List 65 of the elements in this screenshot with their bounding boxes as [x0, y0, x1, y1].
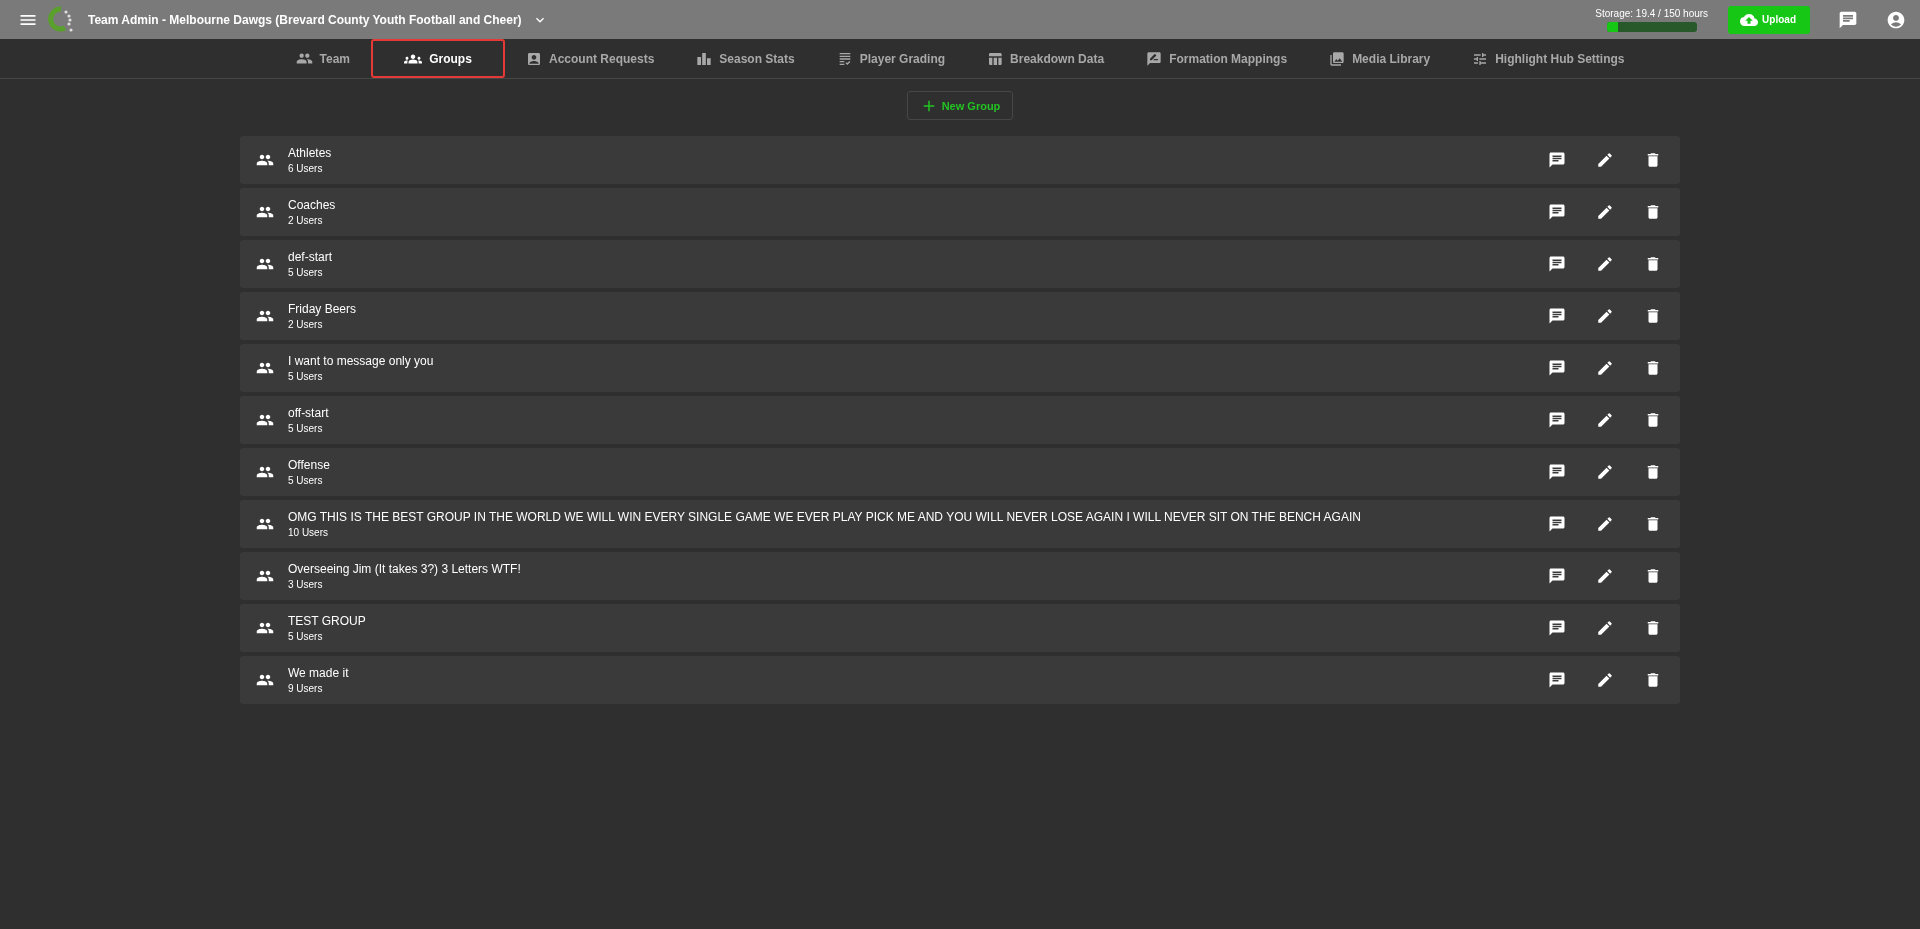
nav-tab[interactable]: Formation Mappings: [1125, 39, 1309, 78]
account-icon[interactable]: [1886, 9, 1906, 30]
nav-tab[interactable]: Media Library: [1308, 39, 1452, 78]
edit-icon[interactable]: [1596, 255, 1614, 273]
group-name: Coaches: [288, 198, 337, 212]
logo-icon: [48, 5, 74, 34]
group-name: TEST GROUP: [288, 614, 367, 628]
group-name: def-start: [288, 250, 333, 264]
nav-tab[interactable]: Groups: [371, 39, 505, 78]
message-icon[interactable]: [1548, 255, 1566, 273]
edit-icon[interactable]: [1596, 671, 1614, 689]
message-icon[interactable]: [1548, 359, 1566, 377]
edit-icon[interactable]: [1596, 203, 1614, 221]
group-name: Athletes: [288, 146, 333, 160]
message-icon[interactable]: [1548, 515, 1566, 533]
bar-chart-icon: [696, 50, 713, 67]
user-count: 5 Users: [288, 631, 324, 642]
message-icon[interactable]: [1548, 619, 1566, 637]
nav-tab[interactable]: Player Grading: [815, 39, 967, 78]
nav-tab[interactable]: Highlight Hub Settings: [1451, 39, 1646, 78]
message-icon[interactable]: [1548, 203, 1566, 221]
edit-icon[interactable]: [1596, 567, 1614, 585]
user-count: 5 Users: [288, 475, 324, 486]
user-count: 6 Users: [288, 163, 324, 174]
chat-icon[interactable]: [1838, 9, 1858, 30]
edit-icon[interactable]: [1596, 359, 1614, 377]
user-count: 5 Users: [288, 267, 324, 278]
edit-icon[interactable]: [1596, 515, 1614, 533]
message-icon[interactable]: [1548, 463, 1566, 481]
group-name: Friday Beers: [288, 302, 358, 316]
message-icon[interactable]: [1548, 671, 1566, 689]
message-icon[interactable]: [1548, 151, 1566, 169]
user-count: 5 Users: [288, 423, 324, 434]
edit-icon[interactable]: [1596, 619, 1614, 637]
contact-card-icon: [526, 50, 542, 67]
group-name: I want to message only you: [288, 354, 435, 368]
team-title[interactable]: Team Admin - Melbourne Dawgs (Brevard County Youth Football and Cheer): [88, 12, 522, 27]
photo-library-icon: [1329, 50, 1346, 67]
message-icon[interactable]: [1548, 567, 1566, 585]
nav-tab[interactable]: Account Requests: [505, 39, 676, 78]
group-name: Overseeing Jim (It takes 3?) 3 Letters WTF!: [288, 562, 522, 576]
group-name: off-start: [288, 406, 330, 420]
nav-tab[interactable]: Season Stats: [675, 39, 816, 78]
user-count: 2 Users: [288, 215, 324, 226]
sliders-icon: [1472, 50, 1489, 67]
message-icon[interactable]: [1548, 411, 1566, 429]
comment-pencil-icon: [1146, 50, 1163, 67]
message-icon[interactable]: [1548, 307, 1566, 325]
user-count: 9 Users: [288, 683, 324, 694]
user-count: 5 Users: [288, 371, 324, 382]
nav-tab[interactable]: Team: [274, 39, 371, 78]
group-name: Offense: [288, 458, 331, 472]
table-icon: [987, 50, 1004, 67]
edit-icon[interactable]: [1596, 411, 1614, 429]
user-count: 10 Users: [288, 527, 329, 538]
edit-icon[interactable]: [1596, 307, 1614, 325]
user-count: 2 Users: [288, 319, 324, 330]
storage-label: Storage: 19.4 / 150 hours: [1595, 7, 1709, 19]
user-count: 3 Users: [288, 579, 324, 590]
group-name: We made it: [288, 666, 350, 680]
group-name: OMG THIS IS THE BEST GROUP IN THE WORLD WE WILL WIN EVERY SINGLE GAME WE EVER PLAY PICK ME AND YOU WILL NEVER LOSE AGAIN I WILL NEVER SIT ON THE BENCH AGAIN: [288, 510, 1362, 524]
new-group-button[interactable]: New Group: [906, 91, 1014, 120]
nav-tab[interactable]: Breakdown Data: [966, 39, 1126, 78]
edit-icon[interactable]: [1596, 151, 1614, 169]
edit-icon[interactable]: [1596, 463, 1614, 481]
